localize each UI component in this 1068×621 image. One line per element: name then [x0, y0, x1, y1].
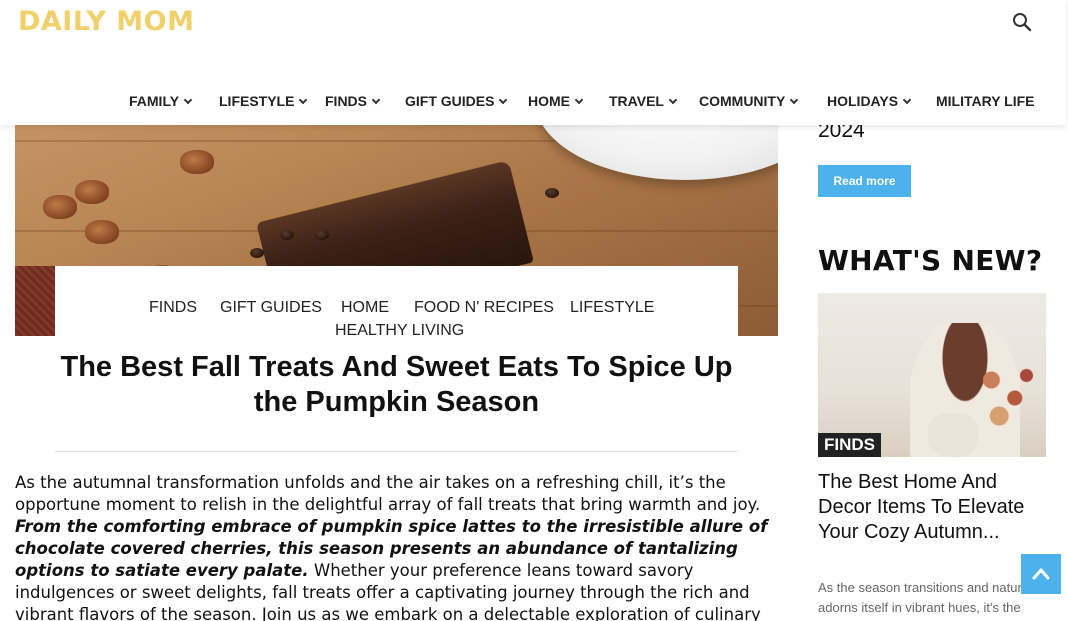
chevron-down-icon	[574, 95, 584, 104]
chevron-down-icon	[183, 95, 193, 104]
nav-item-military-life[interactable]: MILITARY LIFE	[936, 86, 1035, 116]
arrow-up-icon	[1032, 568, 1050, 580]
category-food-n-recipes[interactable]: FOOD N' RECIPES	[414, 299, 554, 317]
nav-item-gift-guides[interactable]: GIFT GUIDES	[405, 86, 508, 116]
nav-item-label: COMMUNITY	[699, 93, 786, 109]
category-finds[interactable]: FINDS	[149, 299, 197, 317]
site-header: DAILY MOM FAMILY LIFESTYLE FINDS GIFT GU…	[0, 0, 1066, 125]
whats-new-heading: WHAT'S NEW?	[818, 244, 1043, 277]
chevron-down-icon	[299, 95, 308, 104]
nav-item-label: GIFT GUIDES	[405, 93, 495, 109]
chevron-down-icon	[499, 95, 508, 104]
coffee-bean	[545, 188, 559, 198]
chevron-down-icon	[902, 95, 912, 104]
dried-flowers	[968, 353, 1046, 443]
nav-item-community[interactable]: COMMUNITY	[699, 86, 799, 116]
chevron-down-icon	[371, 95, 381, 104]
nav-item-label: FAMILY	[129, 93, 180, 109]
nav-item-family[interactable]: FAMILY	[129, 86, 193, 116]
nav-item-label: TRAVEL	[609, 93, 664, 109]
category-gift-guides[interactable]: GIFT GUIDES	[220, 299, 322, 317]
nav-item-holidays[interactable]: HOLIDAYS	[827, 86, 912, 116]
post-categories: FINDS GIFT GUIDES HOME FOOD N' RECIPES L…	[55, 266, 738, 348]
walnut	[43, 195, 77, 219]
nav-item-label: FINDS	[325, 93, 367, 109]
title-divider	[55, 451, 738, 452]
category-lifestyle[interactable]: LIFESTYLE	[570, 299, 654, 317]
category-healthy-living[interactable]: HEALTHY LIVING	[335, 322, 464, 340]
read-more-button[interactable]: Read more	[818, 165, 911, 197]
coffee-bean	[250, 248, 264, 258]
post-title: The Best Fall Treats And Sweet Eats To S…	[60, 351, 733, 418]
nav-item-label: LIFESTYLE	[219, 93, 295, 109]
chevron-down-icon	[668, 95, 678, 104]
nav-item-lifestyle[interactable]: LIFESTYLE	[219, 86, 308, 116]
category-home[interactable]: HOME	[341, 299, 389, 317]
nav-item-home[interactable]: HOME	[528, 86, 584, 116]
chevron-down-icon	[790, 95, 799, 104]
nav-item-label: MILITARY LIFE	[936, 93, 1035, 109]
coffee-bean	[280, 230, 294, 240]
walnut	[180, 150, 214, 174]
post-intro: As the autumnal transformation unfolds a…	[15, 473, 761, 514]
walnut	[75, 180, 109, 204]
nav-item-finds[interactable]: FINDS	[325, 86, 381, 116]
nav-item-label: HOME	[528, 93, 570, 109]
search-icon[interactable]	[1008, 8, 1036, 36]
main-nav: FAMILY LIFESTYLE FINDS GIFT GUIDES HOME …	[0, 86, 1066, 116]
coffee-bean	[315, 230, 329, 240]
back-to-top-button[interactable]	[1021, 554, 1061, 594]
site-logo[interactable]: DAILY MOM	[18, 6, 195, 37]
walnut	[85, 220, 119, 244]
featured-post-category[interactable]: FINDS	[818, 433, 881, 457]
featured-post-title[interactable]: The Best Home And Decor Items To Elevate…	[818, 470, 1050, 545]
nav-item-label: HOLIDAYS	[827, 93, 899, 109]
featured-post-excerpt: As the season transitions and nature ado…	[818, 580, 1030, 615]
post-body: As the autumnal transformation unfolds a…	[15, 472, 778, 621]
nav-item-travel[interactable]: TRAVEL	[609, 86, 678, 116]
